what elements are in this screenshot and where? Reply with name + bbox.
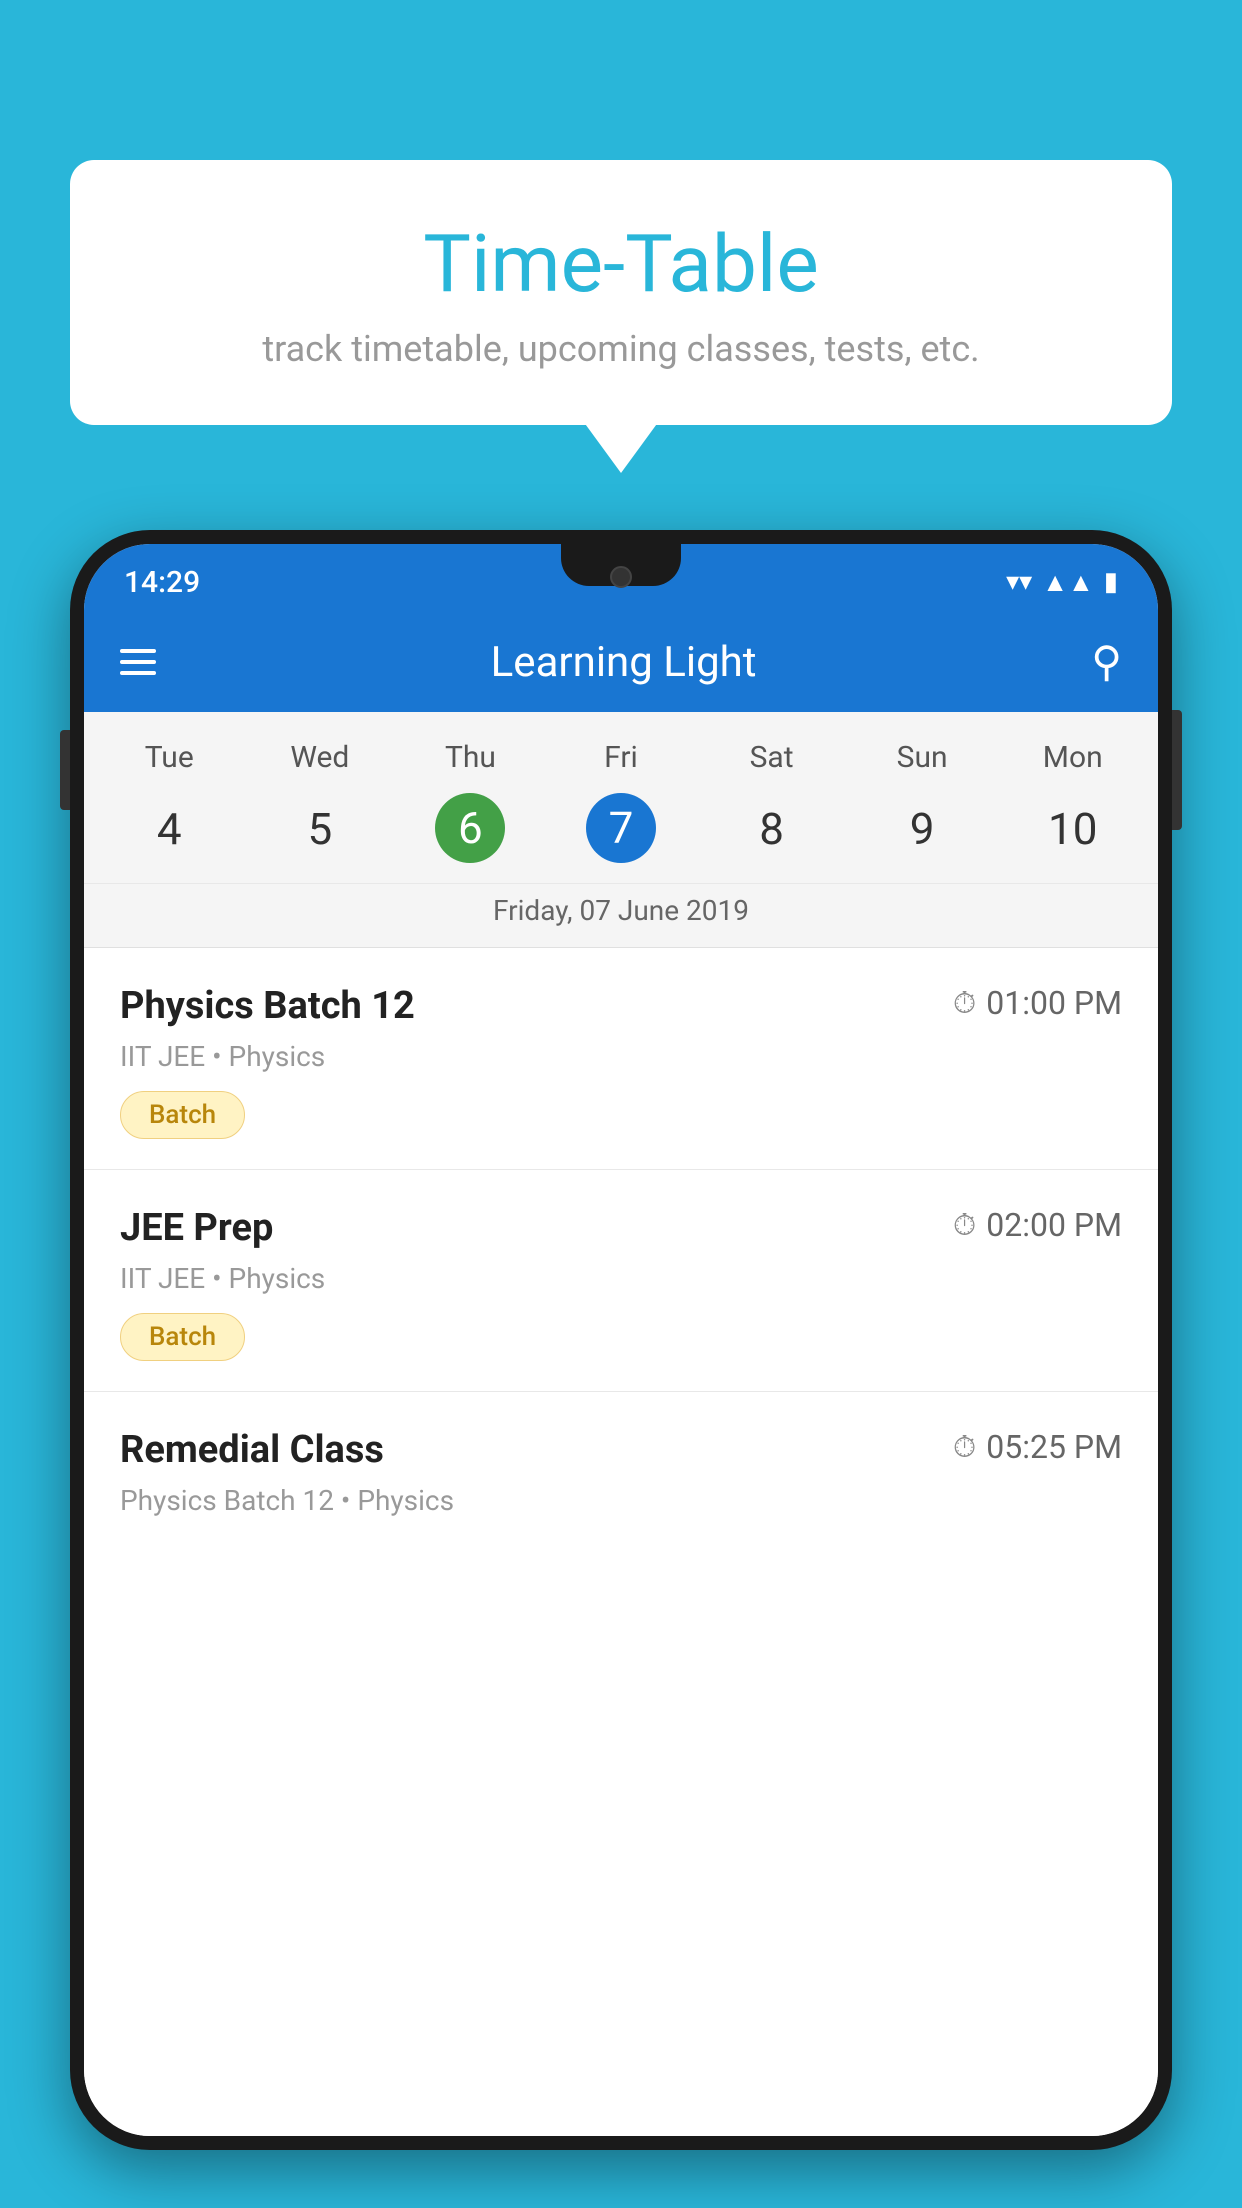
day-7-selected[interactable]: 7 xyxy=(586,793,656,863)
app-bar: Learning Light ⚲ xyxy=(84,612,1158,712)
schedule-item-2-time-label: 02:00 PM xyxy=(986,1206,1122,1244)
schedule-item-3-meta: Physics Batch 12 • Physics xyxy=(120,1484,1122,1517)
clock-icon-3: ⏱ xyxy=(953,1430,976,1465)
phone-button-left xyxy=(60,730,70,810)
schedule-item-2-time: ⏱ 02:00 PM xyxy=(953,1206,1122,1244)
day-5[interactable]: 5 xyxy=(245,793,396,865)
phone-outer: 14:29 ▾▾ ▲▲ ▮ Learning Light ⚲ xyxy=(70,530,1172,2150)
speech-bubble: Time-Table track timetable, upcoming cla… xyxy=(70,160,1172,425)
phone-notch xyxy=(561,544,681,586)
battery-icon: ▮ xyxy=(1104,567,1118,597)
schedule-item-1-time: ⏱ 01:00 PM xyxy=(953,984,1122,1022)
clock-icon-1: ⏱ xyxy=(953,986,976,1021)
phone-mockup: 14:29 ▾▾ ▲▲ ▮ Learning Light ⚲ xyxy=(70,530,1172,2208)
schedule-item-2-tag: Batch xyxy=(120,1313,245,1361)
wifi-icon: ▾▾ xyxy=(1006,567,1032,597)
app-title: Learning Light xyxy=(156,638,1091,687)
schedule-item-3-time: ⏱ 05:25 PM xyxy=(953,1428,1122,1466)
day-10[interactable]: 10 xyxy=(997,793,1148,865)
day-4[interactable]: 4 xyxy=(94,793,245,865)
schedule-item-1-tag: Batch xyxy=(120,1091,245,1139)
schedule-list: Physics Batch 12 ⏱ 01:00 PM IIT JEE • Ph… xyxy=(84,948,1158,2136)
schedule-item-2[interactable]: JEE Prep ⏱ 02:00 PM IIT JEE • Physics Ba… xyxy=(84,1170,1158,1392)
clock-icon-2: ⏱ xyxy=(953,1208,976,1243)
schedule-item-3-time-label: 05:25 PM xyxy=(986,1428,1122,1466)
schedule-item-2-header: JEE Prep ⏱ 02:00 PM xyxy=(120,1206,1122,1250)
schedule-item-1[interactable]: Physics Batch 12 ⏱ 01:00 PM IIT JEE • Ph… xyxy=(84,948,1158,1170)
speech-bubble-container: Time-Table track timetable, upcoming cla… xyxy=(70,160,1172,425)
schedule-item-2-title: JEE Prep xyxy=(120,1206,273,1250)
status-time: 14:29 xyxy=(124,565,200,600)
search-button[interactable]: ⚲ xyxy=(1091,637,1122,687)
day-9[interactable]: 9 xyxy=(847,793,998,865)
day-numbers: 4 5 6 7 8 9 10 xyxy=(84,783,1158,883)
day-header-wed: Wed xyxy=(245,732,396,783)
phone-camera xyxy=(610,566,632,588)
status-icons: ▾▾ ▲▲ ▮ xyxy=(1006,567,1118,598)
day-8[interactable]: 8 xyxy=(696,793,847,865)
day-header-tue: Tue xyxy=(94,732,245,783)
timetable-title: Time-Table xyxy=(110,220,1132,308)
day-header-fri: Fri xyxy=(546,732,697,783)
calendar-strip: Tue Wed Thu Fri Sat Sun Mon 4 5 6 7 8 9 … xyxy=(84,712,1158,948)
day-headers: Tue Wed Thu Fri Sat Sun Mon xyxy=(84,732,1158,783)
schedule-item-2-meta: IIT JEE • Physics xyxy=(120,1262,1122,1295)
schedule-item-1-title: Physics Batch 12 xyxy=(120,984,415,1028)
day-header-mon: Mon xyxy=(997,732,1148,783)
signal-icon: ▲▲ xyxy=(1042,567,1093,598)
schedule-item-1-meta: IIT JEE • Physics xyxy=(120,1040,1122,1073)
selected-date-label: Friday, 07 June 2019 xyxy=(84,883,1158,947)
phone-screen: 14:29 ▾▾ ▲▲ ▮ Learning Light ⚲ xyxy=(84,544,1158,2136)
schedule-item-1-header: Physics Batch 12 ⏱ 01:00 PM xyxy=(120,984,1122,1028)
day-header-thu: Thu xyxy=(395,732,546,783)
day-header-sat: Sat xyxy=(696,732,847,783)
schedule-item-3-title: Remedial Class xyxy=(120,1428,384,1472)
schedule-item-3-header: Remedial Class ⏱ 05:25 PM xyxy=(120,1428,1122,1472)
day-6-today[interactable]: 6 xyxy=(435,793,505,863)
schedule-item-1-time-label: 01:00 PM xyxy=(986,984,1122,1022)
phone-button-right xyxy=(1172,710,1182,830)
schedule-item-3[interactable]: Remedial Class ⏱ 05:25 PM Physics Batch … xyxy=(84,1392,1158,1565)
day-header-sun: Sun xyxy=(847,732,998,783)
timetable-subtitle: track timetable, upcoming classes, tests… xyxy=(110,328,1132,370)
hamburger-menu[interactable] xyxy=(120,649,156,675)
